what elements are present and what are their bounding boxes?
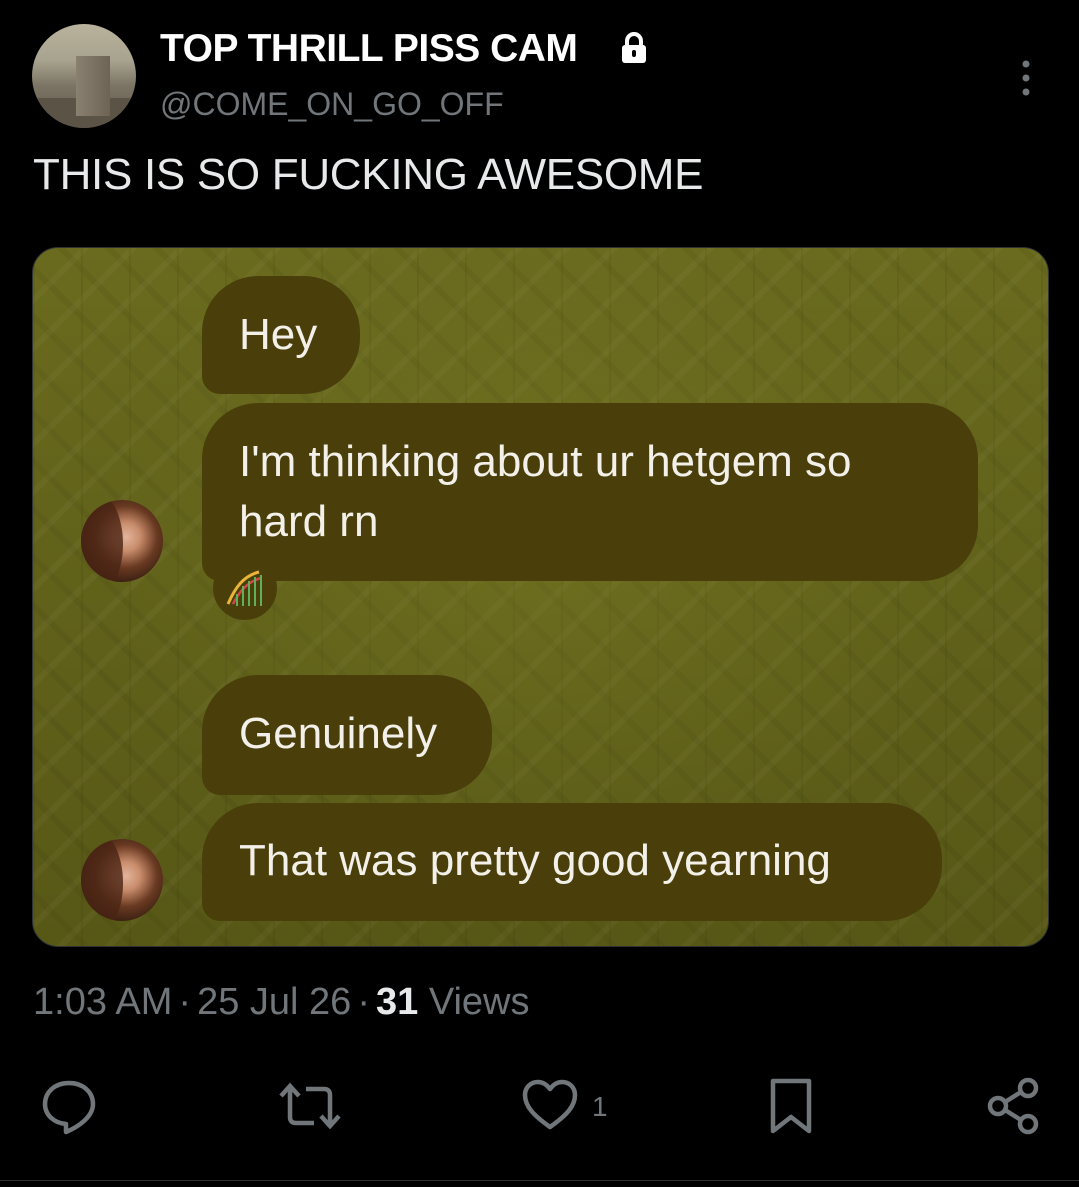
views-label: Views bbox=[428, 981, 530, 1023]
bookmark-button[interactable] bbox=[768, 1077, 814, 1137]
message-text: Genuinely bbox=[239, 709, 438, 758]
divider bbox=[0, 1180, 1079, 1181]
more-vertical-icon[interactable] bbox=[1014, 58, 1038, 98]
repost-icon bbox=[279, 1082, 341, 1130]
sender-avatar bbox=[81, 500, 163, 582]
message-text: That was pretty good yearning bbox=[239, 836, 831, 885]
message-text-line: hard rn bbox=[239, 497, 379, 546]
tweet-text: THIS IS SO FUCKING AWESOME bbox=[33, 150, 704, 199]
message-reaction bbox=[213, 556, 277, 620]
reply-icon bbox=[42, 1080, 96, 1135]
separator: · bbox=[357, 981, 370, 1023]
message-bubble: Genuinely bbox=[202, 675, 492, 795]
views-count: 31 bbox=[375, 981, 419, 1023]
author-display-name[interactable]: TOP THRILL PISS CAM bbox=[160, 27, 578, 71]
tweet-date[interactable]: 25 Jul 26 bbox=[197, 981, 351, 1023]
share-button[interactable] bbox=[986, 1077, 1042, 1137]
roller-coaster-icon bbox=[226, 570, 262, 606]
separator: · bbox=[178, 981, 192, 1023]
author-avatar[interactable] bbox=[32, 24, 136, 128]
message-bubble: Hey bbox=[202, 276, 360, 394]
message-bubble: I'm thinking about ur hetgem so hard rn bbox=[202, 403, 978, 581]
reply-button[interactable] bbox=[40, 1077, 98, 1137]
tweet-time[interactable]: 1:03 AM bbox=[33, 981, 172, 1023]
tweet-meta: 1:03 AM · 25 Jul 26 · 31 Views bbox=[33, 981, 530, 1024]
tweet-detail: TOP THRILL PISS CAM @COME_ON_GO_OFF THIS… bbox=[0, 0, 1079, 1187]
message-bubble: That was pretty good yearning bbox=[202, 803, 942, 921]
author-handle[interactable]: @COME_ON_GO_OFF bbox=[160, 86, 504, 123]
bookmark-icon bbox=[770, 1078, 812, 1134]
repost-button[interactable] bbox=[278, 1077, 342, 1137]
heart-icon bbox=[522, 1079, 578, 1130]
like-button[interactable] bbox=[521, 1077, 579, 1137]
message-text: Hey bbox=[239, 310, 318, 359]
message-text-line: I'm thinking about ur hetgem so bbox=[239, 437, 852, 486]
share-icon bbox=[987, 1077, 1039, 1135]
tweet-media-image[interactable]: Hey I'm thinking about ur hetgem so hard… bbox=[32, 247, 1049, 947]
lock-icon bbox=[622, 32, 646, 63]
like-count: 1 bbox=[592, 1091, 608, 1122]
sender-avatar bbox=[81, 839, 163, 921]
